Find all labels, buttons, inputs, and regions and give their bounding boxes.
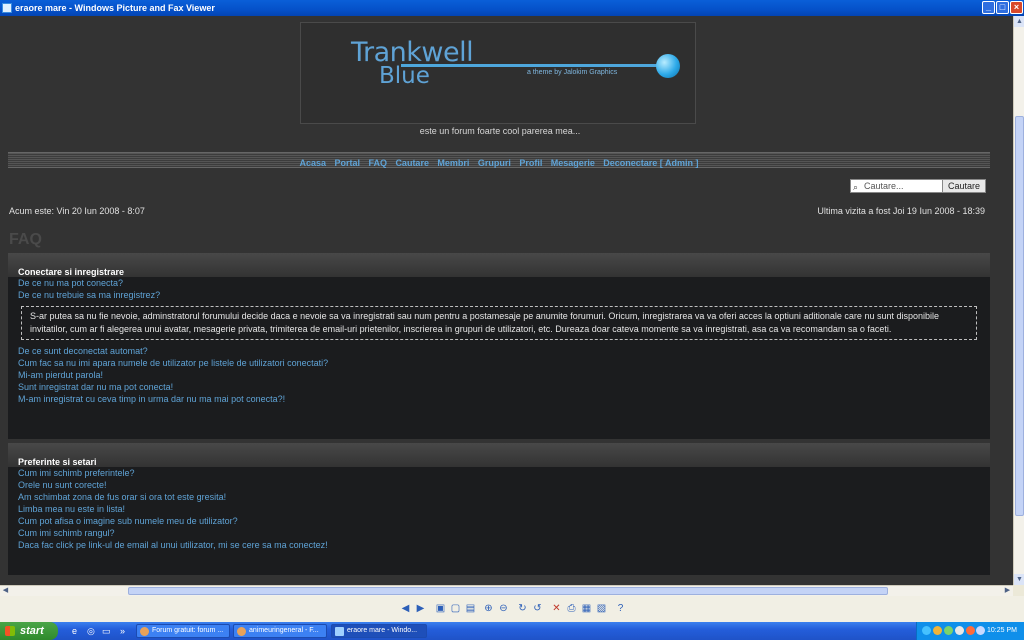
actual-size-icon[interactable]: ▢: [449, 602, 462, 615]
ie-quicklaunch-icon[interactable]: e: [72, 626, 82, 636]
image-viewport[interactable]: Trankwell Blue a theme by Jalokim Graphi…: [0, 16, 1024, 585]
search-input[interactable]: ⌕ Cautare...: [850, 179, 943, 193]
section-title: Conectare si inregistrare: [8, 253, 990, 277]
nav-cautare[interactable]: Cautare: [395, 158, 429, 168]
page-title: FAQ: [9, 231, 42, 248]
nav-faq[interactable]: FAQ: [368, 158, 387, 168]
print-icon[interactable]: ⎙: [565, 602, 578, 615]
desktop-quicklaunch-icon[interactable]: ▭: [102, 626, 112, 636]
close-button[interactable]: ×: [1010, 1, 1023, 14]
volume-icon[interactable]: [955, 626, 964, 635]
tray-app-icon[interactable]: [976, 626, 985, 635]
slideshow-icon[interactable]: ▤: [464, 602, 477, 615]
faq-link[interactable]: Limba mea nu este in lista!: [18, 503, 980, 515]
vertical-scrollbar[interactable]: ▲ ▼: [1013, 16, 1024, 585]
nav-deconectare[interactable]: Deconectare [ Admin ]: [603, 158, 698, 168]
forum-page-image: Trankwell Blue a theme by Jalokim Graphi…: [0, 16, 1013, 585]
nav-acasa[interactable]: Acasa: [300, 158, 327, 168]
nav-grupuri[interactable]: Grupuri: [478, 158, 511, 168]
start-label: start: [20, 625, 44, 637]
nav-portal[interactable]: Portal: [335, 158, 361, 168]
horizontal-scrollbar[interactable]: ◀ ▶: [0, 585, 1013, 596]
forum-banner: Trankwell Blue a theme by Jalokim Graphi…: [300, 22, 696, 124]
horizontal-scroll-thumb[interactable]: [128, 587, 888, 595]
nav-profil[interactable]: Profil: [519, 158, 542, 168]
faq-link[interactable]: De ce sunt deconectat automat?: [18, 345, 980, 357]
next-image-icon[interactable]: ▶: [414, 602, 427, 615]
forum-navbar: Acasa Portal FAQ Cautare Membri Grupuri …: [8, 152, 990, 168]
network-icon[interactable]: [922, 626, 931, 635]
maximize-button[interactable]: □: [996, 1, 1009, 14]
faq-section-preferences: Preferinte si setari Cum imi schimb pref…: [8, 443, 990, 575]
faq-link[interactable]: Cum fac sa nu imi apara numele de utiliz…: [18, 357, 980, 369]
system-tray: 10:25 PM: [916, 622, 1024, 640]
logo-ball-icon: [656, 54, 680, 78]
faq-link[interactable]: M-am inregistrat cu ceva timp in urma da…: [18, 393, 980, 405]
logo-line: [401, 64, 663, 67]
help-icon[interactable]: ?: [614, 602, 627, 615]
faq-link[interactable]: De ce nu trebuie sa ma inregistrez?: [18, 289, 980, 301]
tray-app-icon[interactable]: [966, 626, 975, 635]
faq-answer: S-ar putea sa nu fie nevoie, adminstrato…: [21, 306, 977, 340]
start-button[interactable]: start: [0, 622, 58, 640]
zoom-in-icon[interactable]: ⊕: [482, 602, 495, 615]
faq-link[interactable]: De ce nu ma pot conecta?: [18, 277, 980, 289]
taskbar: start e ◎ ▭ » Forum gratuit: forum ... a…: [0, 622, 1024, 640]
rotate-counterclockwise-icon[interactable]: ↺: [531, 602, 544, 615]
previous-image-icon[interactable]: ◀: [399, 602, 412, 615]
logo-subtitle: a theme by Jalokim Graphics: [527, 69, 618, 76]
window-title: eraore mare - Windows Picture and Fax Vi…: [15, 3, 215, 13]
open-for-editing-icon[interactable]: ▧: [595, 602, 608, 615]
viewer-toolbar: ◀ ▶ ▣ ▢ ▤ ⊕ ⊖ ↻ ↺ ✕ ⎙ ▦ ▧ ?: [0, 596, 1024, 622]
faq-link[interactable]: Am schimbat zona de fus orar si ora tot …: [18, 491, 980, 503]
rotate-clockwise-icon[interactable]: ↻: [516, 602, 529, 615]
current-time: Acum este: Vin 20 Iun 2008 - 8:07: [9, 206, 145, 216]
messenger-icon[interactable]: [933, 626, 942, 635]
scroll-left-icon[interactable]: ◀: [0, 586, 11, 596]
faq-link[interactable]: Cum pot afisa o imagine sub numele meu d…: [18, 515, 980, 527]
picture-viewer-icon: [2, 3, 12, 13]
zoom-out-icon[interactable]: ⊖: [497, 602, 510, 615]
faq-link[interactable]: Sunt inregistrat dar nu ma pot conecta!: [18, 381, 980, 393]
faq-link[interactable]: Daca fac click pe link-ul de email al un…: [18, 539, 980, 551]
minimize-button[interactable]: _: [982, 1, 995, 14]
task-label: Forum gratuit: forum ...: [152, 627, 224, 634]
window-title-bar[interactable]: eraore mare - Windows Picture and Fax Vi…: [0, 0, 1024, 16]
windows-logo-icon: [5, 626, 15, 636]
nav-membri[interactable]: Membri: [437, 158, 469, 168]
taskbar-clock: 10:25 PM: [987, 627, 1017, 634]
copy-to-icon[interactable]: ▦: [580, 602, 593, 615]
scroll-down-icon[interactable]: ▼: [1014, 574, 1024, 585]
forum-tagline: este un forum foarte cool parerea mea...: [419, 126, 581, 136]
search-icon: ⌕: [853, 182, 859, 192]
delete-icon[interactable]: ✕: [550, 602, 563, 615]
taskbar-item-forum[interactable]: Forum gratuit: forum ...: [136, 624, 230, 638]
quicklaunch-more-icon[interactable]: »: [120, 626, 130, 636]
firefox-icon: [237, 627, 246, 636]
faq-link[interactable]: Orele nu sunt corecte!: [18, 479, 980, 491]
taskbar-item-viewer[interactable]: eraore mare - Windo...: [331, 624, 427, 638]
task-label: animeuringeneral - F...: [249, 627, 319, 634]
taskbar-item-anime[interactable]: animeuringeneral - F...: [233, 624, 327, 638]
search-button[interactable]: Cautare: [942, 179, 986, 193]
vertical-scroll-thumb[interactable]: [1015, 116, 1024, 516]
section-title: Preferinte si setari: [8, 443, 990, 467]
security-icon[interactable]: [944, 626, 953, 635]
faq-link[interactable]: Cum imi schimb preferintele?: [18, 467, 980, 479]
scroll-right-icon[interactable]: ▶: [1002, 586, 1013, 596]
best-fit-icon[interactable]: ▣: [434, 602, 447, 615]
task-label: eraore mare - Windo...: [347, 627, 418, 634]
picture-viewer-icon: [335, 627, 344, 636]
faq-link[interactable]: Cum imi schimb rangul?: [18, 527, 980, 539]
faq-section-login: Conectare si inregistrare De ce nu ma po…: [8, 253, 990, 439]
scroll-up-icon[interactable]: ▲: [1014, 16, 1024, 27]
firefox-icon: [140, 627, 149, 636]
last-visit: Ultima vizita a fost Joi 19 Iun 2008 - 1…: [817, 206, 985, 216]
outlook-quicklaunch-icon[interactable]: ◎: [87, 626, 97, 636]
search-placeholder: Cautare...: [864, 181, 904, 191]
nav-mesagerie[interactable]: Mesagerie: [551, 158, 595, 168]
faq-link[interactable]: Mi-am pierdut parola!: [18, 369, 980, 381]
